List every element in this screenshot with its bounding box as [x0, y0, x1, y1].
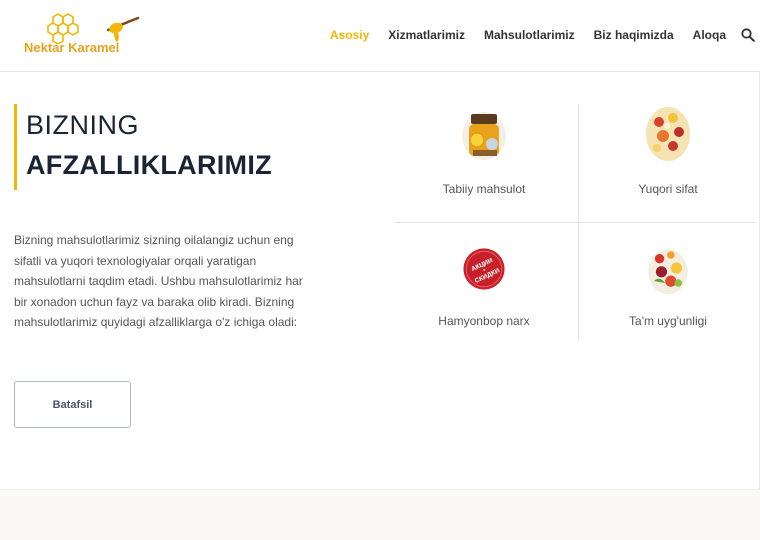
- fruit-image: [648, 249, 688, 295]
- feature-label: Yuqori sifat: [638, 182, 698, 196]
- feature-label: Tabiiy mahsulot: [442, 182, 526, 196]
- feature-taste: Ta'm uyg'unligi: [578, 240, 758, 328]
- nav-item-xizmatlarimiz[interactable]: Xizmatlarimiz: [388, 28, 465, 42]
- grid-divider-horizontal: [394, 222, 756, 223]
- feature-quality: Yuqori sifat: [578, 104, 758, 196]
- nav-item-asosiy[interactable]: Asosiy: [330, 28, 369, 42]
- nav-item-aloqa[interactable]: Aloqa: [693, 28, 726, 42]
- nav-item-mahsulotlarimiz[interactable]: Mahsulotlarimiz: [484, 28, 575, 42]
- candy-image: [646, 107, 690, 161]
- section-title-line2: AFZALLIKLARIMIZ: [26, 150, 272, 180]
- feature-label: Ta'm uyg'unligi: [629, 314, 707, 328]
- feature-natural: Tabiiy mahsulot: [394, 104, 574, 196]
- sale-badge-image: АКЦИИ • СКИДКИ: [463, 248, 505, 290]
- feature-affordable: АКЦИИ • СКИДКИ Hamyonbop narx: [394, 240, 574, 328]
- nav-item-biz-haqimizda[interactable]: Biz haqimizda: [594, 28, 674, 42]
- search-icon[interactable]: [741, 28, 755, 42]
- details-button[interactable]: Batafsil: [14, 381, 131, 428]
- section-description: Bizning mahsulotlarimiz sizning oilalang…: [14, 233, 303, 329]
- logo-text[interactable]: Nektar Karamel: [24, 40, 119, 55]
- honey-jar-image: [462, 112, 506, 160]
- section-title-line1: BIZNING: [26, 110, 140, 140]
- footer-strip: [0, 489, 760, 540]
- site-header: Nektar Karamel Asosiy Xizmatlarimiz Mahs…: [0, 0, 760, 72]
- title-accent-bar: [14, 104, 17, 190]
- main-nav: Asosiy Xizmatlarimiz Mahsulotlarimiz Biz…: [330, 28, 726, 42]
- honeycomb-logo-icon: [47, 13, 140, 45]
- feature-label: Hamyonbop narx: [438, 314, 530, 328]
